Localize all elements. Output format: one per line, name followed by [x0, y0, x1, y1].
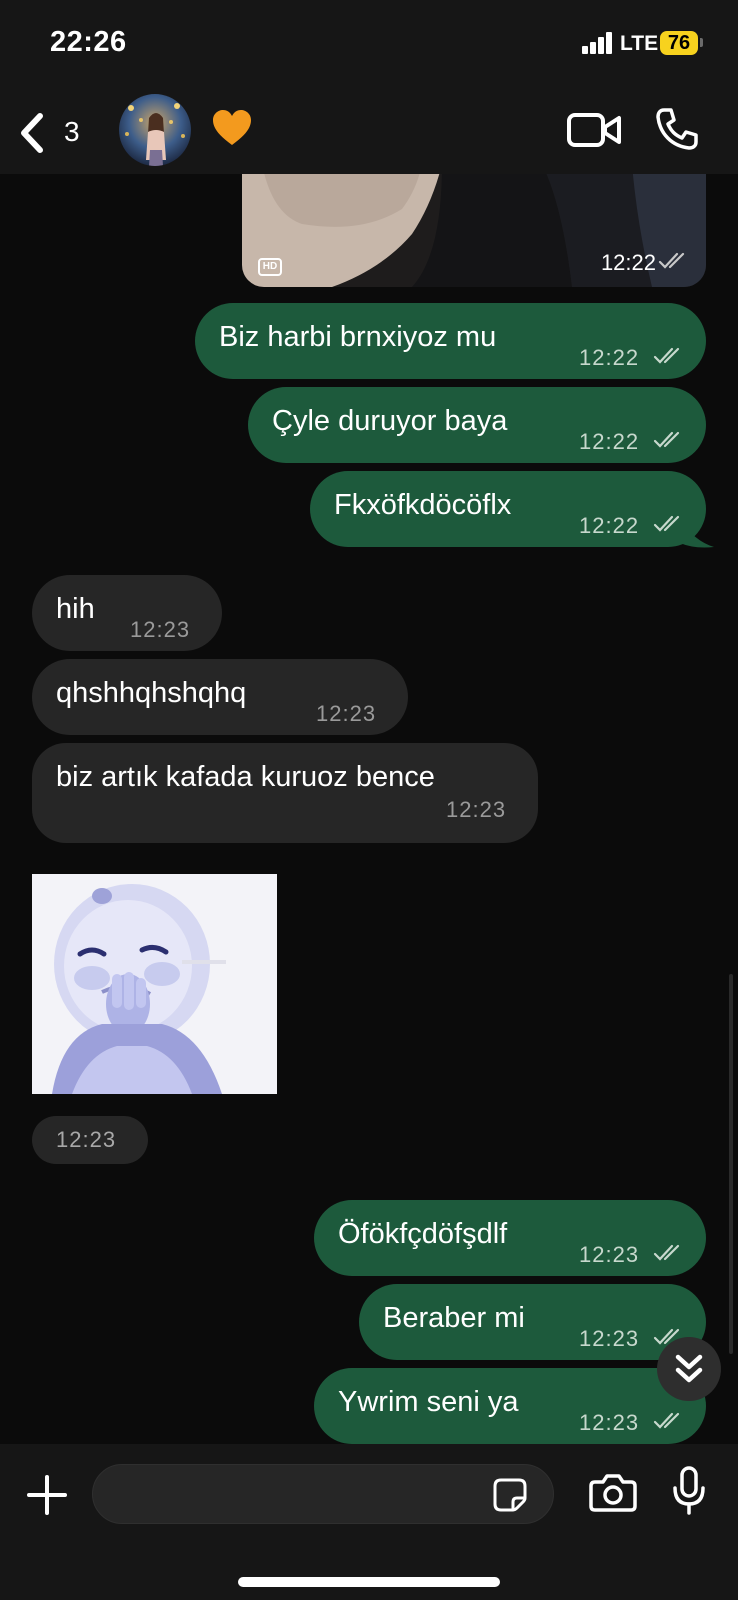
battery-icon: 76	[660, 31, 698, 55]
back-button[interactable]: 3	[14, 108, 114, 158]
message-text: qhshhqhshqhq	[56, 677, 247, 709]
video-call-icon[interactable]	[566, 110, 622, 150]
outgoing-message[interactable]: Çyle duruyor baya 12:22	[248, 387, 706, 463]
message-text: Ywrim seni ya	[338, 1386, 519, 1418]
incoming-message[interactable]: qhshhqhshqhq 12:23	[32, 659, 408, 735]
mic-icon[interactable]	[672, 1466, 706, 1516]
sticker-time: 12:23	[32, 1116, 148, 1164]
message-text: Fkxöfkdöcöflx	[334, 489, 512, 521]
outgoing-message[interactable]: Öfökfçdöfşdlf 12:23	[314, 1200, 706, 1276]
read-receipt-icon	[653, 347, 680, 364]
plus-icon[interactable]	[26, 1474, 68, 1516]
message-time: 12:22	[600, 250, 656, 275]
message-text: hih	[56, 593, 95, 625]
message-input[interactable]	[92, 1464, 554, 1524]
message-time: 12:23	[579, 1326, 640, 1351]
sticker-image[interactable]	[32, 874, 277, 1094]
message-time: 12:23	[579, 1242, 640, 1267]
double-chevron-down-icon	[675, 1354, 703, 1383]
read-receipt-icon	[653, 1412, 680, 1429]
message-time: 12:22	[579, 345, 640, 370]
outgoing-message[interactable]: Fkxöfkdöcöflx 12:22	[310, 471, 706, 547]
message-time: 12:23	[579, 1410, 640, 1435]
unread-count: 3	[64, 116, 80, 147]
outgoing-message[interactable]: Biz harbi brnxiyoz mu 12:22	[195, 303, 706, 379]
read-receipt-icon	[658, 252, 685, 269]
message-text-input[interactable]	[113, 1477, 473, 1513]
photo-message[interactable]: HD 12:22	[242, 174, 706, 287]
read-receipt-icon	[653, 431, 680, 448]
phone-icon[interactable]	[654, 106, 700, 152]
status-bar: 22:26 LTE 76	[0, 0, 738, 90]
bubble-tail	[680, 519, 714, 548]
input-bar	[0, 1444, 738, 1600]
message-text: Biz harbi brnxiyoz mu	[219, 321, 497, 353]
outgoing-message[interactable]: Beraber mi 12:23	[359, 1284, 706, 1360]
incoming-message[interactable]: biz artık kafada kuruoz bence 12:23	[32, 743, 538, 843]
message-text: Çyle duruyor baya	[272, 405, 508, 437]
scroll-indicator[interactable]	[729, 974, 733, 1354]
outgoing-message[interactable]: Ywrim seni ya 12:23	[314, 1368, 706, 1444]
message-time: 12:23	[56, 1127, 117, 1152]
message-time: 12:23	[130, 617, 191, 642]
message-text: Öfökfçdöfşdlf	[338, 1218, 508, 1250]
network-label: LTE	[620, 32, 659, 55]
chat-header: 3	[0, 90, 738, 174]
message-text: Beraber mi	[383, 1302, 525, 1334]
chevron-left-icon	[21, 113, 43, 153]
camera-icon[interactable]	[589, 1472, 637, 1512]
scroll-down-button[interactable]	[657, 1337, 721, 1401]
incoming-message[interactable]: hih 12:23	[32, 575, 222, 651]
status-time: 22:26	[50, 26, 127, 58]
chat-area[interactable]: HD 12:22 Biz harbi brnxiyoz mu 12:22 Çyl…	[0, 174, 738, 1444]
sticker-icon[interactable]	[493, 1478, 527, 1512]
battery-tip	[700, 38, 703, 47]
read-receipt-icon	[653, 515, 680, 532]
message-text: biz artık kafada kuruoz bence	[56, 761, 435, 793]
message-time: 12:23	[316, 701, 377, 726]
avatar[interactable]	[119, 94, 191, 166]
heart-icon	[213, 110, 251, 145]
home-indicator	[238, 1577, 500, 1587]
message-time: 12:23	[446, 797, 507, 822]
signal-icon	[582, 32, 618, 54]
hd-badge: HD	[258, 258, 282, 276]
read-receipt-icon	[653, 1244, 680, 1261]
message-time: 12:22	[579, 429, 640, 454]
message-time: 12:22	[579, 513, 640, 538]
